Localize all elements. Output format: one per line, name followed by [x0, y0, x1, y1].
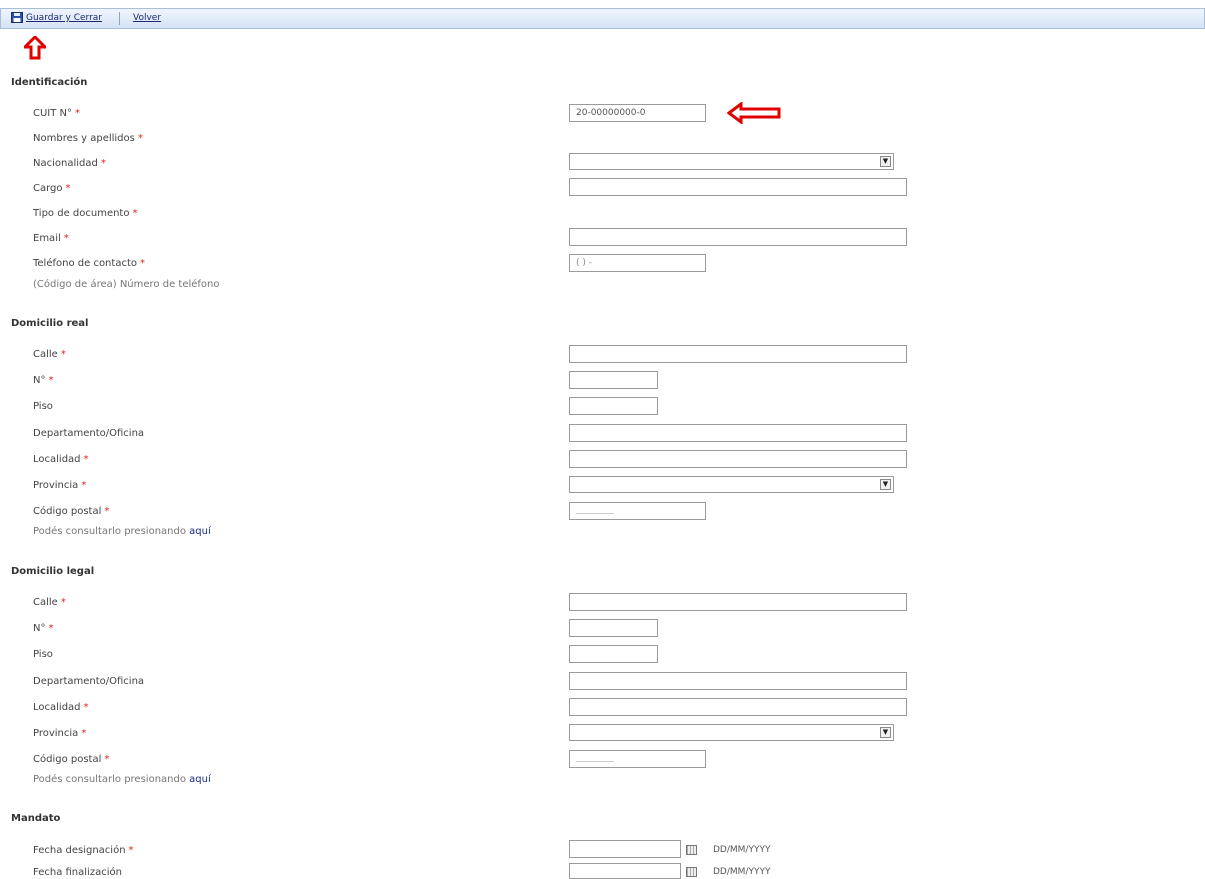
real-numero-label: N° *: [33, 375, 54, 386]
legal-numero-label: N° *: [33, 623, 54, 634]
fecha-designacion-label: Fecha designación *: [33, 845, 134, 856]
legal-numero-field[interactable]: [569, 619, 658, 637]
real-depto-field[interactable]: [569, 424, 907, 442]
telefono-hint: (Código de área) Número de teléfono: [33, 279, 220, 290]
save-and-close-button[interactable]: Guardar y Cerrar: [11, 9, 102, 28]
real-calle-label: Calle *: [33, 349, 66, 360]
toolbar: Guardar y Cerrar Volver: [0, 8, 1205, 29]
required-marker: *: [75, 108, 81, 119]
legal-provincia-select[interactable]: ▼: [569, 724, 894, 741]
real-numero-field[interactable]: [569, 371, 658, 389]
toolbar-divider: [119, 12, 120, 25]
legal-localidad-label: Localidad *: [33, 702, 89, 713]
tipo-documento-label: Tipo de documento *: [33, 208, 138, 219]
email-label: Email *: [33, 233, 69, 244]
legal-calle-field[interactable]: [569, 593, 907, 611]
fecha-finalizacion-format: DD/MM/YYYY: [713, 867, 771, 877]
legal-piso-field[interactable]: [569, 645, 658, 663]
calendar-icon[interactable]: [686, 845, 697, 855]
section-domicilio-real-title: Domicilio real: [11, 318, 89, 329]
save-and-close-label: Guardar y Cerrar: [26, 13, 102, 23]
fecha-finalizacion-field[interactable]: [569, 863, 681, 879]
legal-depto-field[interactable]: [569, 672, 907, 690]
save-icon: [11, 12, 23, 23]
cp-mask: [576, 513, 614, 514]
cargo-label: Cargo *: [33, 183, 71, 194]
section-mandato-title: Mandato: [11, 813, 61, 824]
legal-cp-field[interactable]: [569, 750, 706, 768]
chevron-down-icon[interactable]: ▼: [880, 727, 891, 738]
back-label: Volver: [133, 13, 162, 23]
legal-calle-label: Calle *: [33, 597, 66, 608]
real-cp-label: Código postal *: [33, 506, 110, 517]
telefono-label: Teléfono de contacto *: [33, 258, 145, 269]
legal-piso-label: Piso: [33, 649, 53, 660]
real-depto-label: Departamento/Oficina: [33, 428, 145, 439]
real-piso-label: Piso: [33, 401, 53, 412]
email-field[interactable]: [569, 228, 907, 246]
legal-localidad-field[interactable]: [569, 698, 907, 716]
real-provincia-select[interactable]: ▼: [569, 476, 894, 493]
real-calle-field[interactable]: [569, 345, 907, 363]
legal-cp-link[interactable]: aquí: [189, 774, 211, 785]
real-localidad-label: Localidad *: [33, 454, 89, 465]
real-localidad-field[interactable]: [569, 450, 907, 468]
cargo-field[interactable]: [569, 178, 907, 196]
back-button[interactable]: Volver: [133, 9, 161, 28]
fecha-designacion-format: DD/MM/YYYY: [713, 845, 771, 855]
real-provincia-label: Provincia *: [33, 480, 87, 491]
calendar-icon[interactable]: [686, 867, 697, 877]
cuit-label: CUIT N° *: [33, 108, 81, 119]
red-arrow-up-icon: [24, 36, 46, 60]
legal-cp-hint: Podés consultarlo presionando aquí: [33, 774, 211, 785]
real-piso-field[interactable]: [569, 397, 658, 415]
chevron-down-icon[interactable]: ▼: [880, 156, 891, 167]
section-domicilio-legal-title: Domicilio legal: [11, 566, 95, 577]
legal-depto-label: Departamento/Oficina: [33, 676, 145, 687]
fecha-designacion-field[interactable]: [569, 840, 681, 858]
section-identificacion-title: Identificación: [11, 77, 88, 88]
nacionalidad-select[interactable]: ▼: [569, 153, 894, 170]
chevron-down-icon[interactable]: ▼: [880, 479, 891, 490]
telefono-field[interactable]: ( ) -: [569, 254, 706, 272]
cuit-field[interactable]: 20-00000000-0: [569, 104, 706, 122]
legal-provincia-label: Provincia *: [33, 728, 87, 739]
real-cp-link[interactable]: aquí: [189, 526, 211, 537]
real-cp-field[interactable]: [569, 502, 706, 520]
nacionalidad-label: Nacionalidad *: [33, 158, 106, 169]
telefono-mask: ( ) -: [576, 258, 592, 268]
nombres-label: Nombres y apellidos *: [33, 133, 143, 144]
fecha-finalizacion-label: Fecha finalización: [33, 867, 122, 878]
red-arrow-left-icon: [727, 102, 781, 124]
legal-cp-label: Código postal *: [33, 754, 110, 765]
real-cp-hint: Podés consultarlo presionando aquí: [33, 526, 211, 537]
cp-mask: [576, 761, 614, 762]
